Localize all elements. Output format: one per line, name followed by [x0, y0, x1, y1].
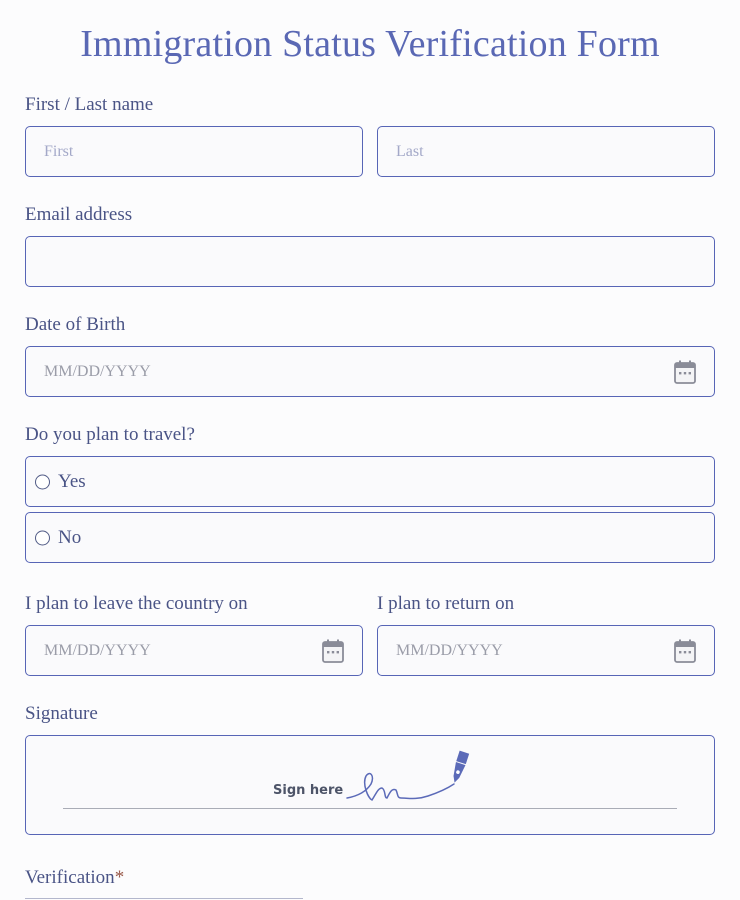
calendar-icon[interactable] [322, 639, 344, 663]
dob-input[interactable]: MM/DD/YYYY [25, 346, 715, 397]
leave-date-input[interactable]: MM/DD/YYYY [25, 625, 363, 676]
signature-baseline [63, 808, 677, 809]
leave-date-placeholder: MM/DD/YYYY [44, 641, 151, 659]
calendar-icon[interactable] [674, 639, 696, 663]
first-name-input[interactable]: First [25, 126, 363, 177]
verification-field-top[interactable] [25, 898, 303, 899]
leave-date-label: I plan to leave the country on [25, 593, 248, 614]
signature-pad[interactable]: Sign here [25, 735, 715, 835]
return-date-label: I plan to return on [377, 593, 515, 614]
signature-label: Signature [25, 703, 98, 724]
radio-option-yes[interactable]: Yes [25, 456, 715, 507]
radio-option-no[interactable]: No [25, 512, 715, 563]
name-label: First / Last name [25, 94, 154, 115]
return-date-placeholder: MM/DD/YYYY [396, 641, 503, 659]
radio-label-no: No [58, 526, 82, 548]
email-input[interactable] [25, 236, 715, 287]
return-date-input[interactable]: MM/DD/YYYY [377, 625, 715, 676]
verification-label: Verification* [25, 867, 124, 889]
sign-here-text: Sign here [273, 783, 344, 798]
dob-label: Date of Birth [25, 314, 126, 335]
radio-label-yes: Yes [58, 470, 86, 492]
last-name-input[interactable]: Last [377, 126, 715, 177]
radio-button[interactable] [35, 474, 50, 489]
travel-question-label: Do you plan to travel? [25, 424, 195, 445]
page-title: Immigration Status Verification Form [80, 23, 660, 65]
pen-nib-icon [346, 750, 470, 801]
required-asterisk: * [114, 867, 125, 888]
radio-button[interactable] [35, 530, 50, 545]
verification-label-text: Verification [25, 867, 115, 888]
last-name-placeholder: Last [396, 142, 424, 160]
dob-placeholder: MM/DD/YYYY [44, 362, 151, 380]
calendar-icon[interactable] [674, 360, 696, 384]
email-label: Email address [25, 204, 133, 225]
first-name-placeholder: First [44, 142, 74, 160]
